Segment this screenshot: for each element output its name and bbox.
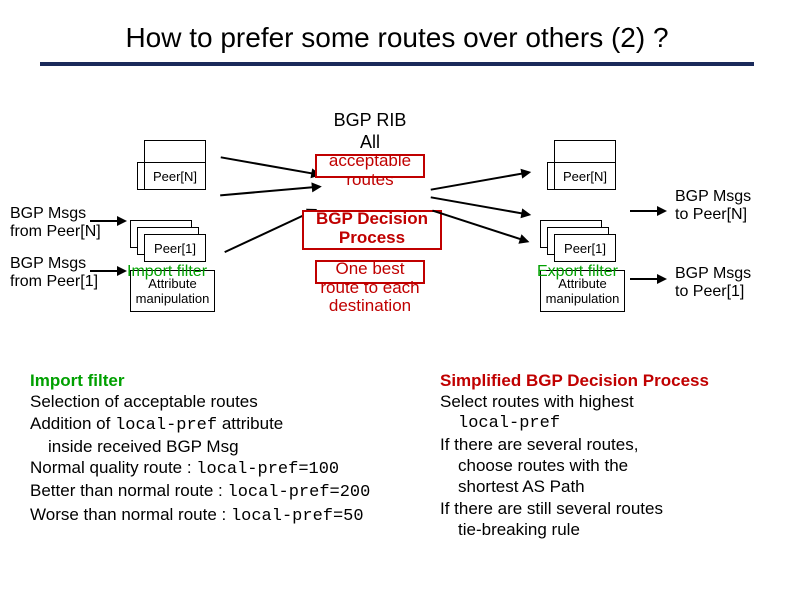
export-filter-label: Export filter xyxy=(537,263,618,281)
right-text-block: Simplified BGP Decision Process Select r… xyxy=(440,370,790,540)
arrow-out-n xyxy=(630,210,665,212)
arrow-from-rib-3 xyxy=(432,210,528,243)
label-msgs-from-n: BGP Msgsfrom Peer[N] xyxy=(10,205,101,240)
rb-r7: If there are still several routes xyxy=(440,498,790,519)
decision-label: BGP DecisionProcess xyxy=(310,210,434,247)
rb-r2: Select routes with highest xyxy=(440,391,790,412)
left-text-block: Import filter Selection of acceptable ro… xyxy=(30,370,420,527)
page-title: How to prefer some routes over others (2… xyxy=(40,22,754,54)
peer-n-box: Peer[N] xyxy=(144,162,206,190)
rb-r3: local-pref xyxy=(458,413,790,434)
arrow-to-rib-2 xyxy=(220,186,320,197)
rb-r1: Simplified BGP Decision Process xyxy=(440,370,790,391)
arrow-in-n xyxy=(90,220,125,222)
label-msgs-to-1: BGP Msgsto Peer[1] xyxy=(675,265,751,300)
lb-l7: Worse than normal route : local-pref=50 xyxy=(30,504,420,527)
rb-r6: shortest AS Path xyxy=(458,476,790,497)
lb-l6: Better than normal route : local-pref=20… xyxy=(30,480,420,503)
peer-1-box: Peer[1] xyxy=(144,234,206,262)
label-msgs-from-1: BGP Msgsfrom Peer[1] xyxy=(10,255,98,290)
arrow-in-1 xyxy=(90,270,125,272)
lb-l1: Import filter xyxy=(30,370,420,391)
all-label: All xyxy=(320,132,420,153)
label-msgs-to-n: BGP Msgsto Peer[N] xyxy=(675,188,751,223)
import-filter-label: Import filter xyxy=(127,263,207,281)
rb-r8: tie-breaking rule xyxy=(458,519,790,540)
rb-r5: choose routes with the xyxy=(458,455,790,476)
rib-label: BGP RIB xyxy=(320,110,420,131)
bgp-diagram: BGP Msgsfrom Peer[N] BGP Msgsfrom Peer[1… xyxy=(10,110,780,340)
one-best-label: One bestroute to eachdestination xyxy=(320,260,420,316)
lb-l5: Normal quality route : local-pref=100 xyxy=(30,457,420,480)
title-underline xyxy=(40,62,754,66)
lb-l2: Selection of acceptable routes xyxy=(30,391,420,412)
acceptable-label: acceptableroutes xyxy=(320,152,420,189)
peer-n-box-r: Peer[N] xyxy=(554,162,616,190)
arrow-from-rib-1 xyxy=(431,171,530,190)
lb-l4: inside received BGP Msg xyxy=(48,436,420,457)
arrow-to-rib-1 xyxy=(221,156,320,175)
lb-l3: Addition of local-pref attribute xyxy=(30,413,420,436)
peer-1-box-r: Peer[1] xyxy=(554,234,616,262)
arrow-out-1 xyxy=(630,278,665,280)
rb-r4: If there are several routes, xyxy=(440,434,790,455)
